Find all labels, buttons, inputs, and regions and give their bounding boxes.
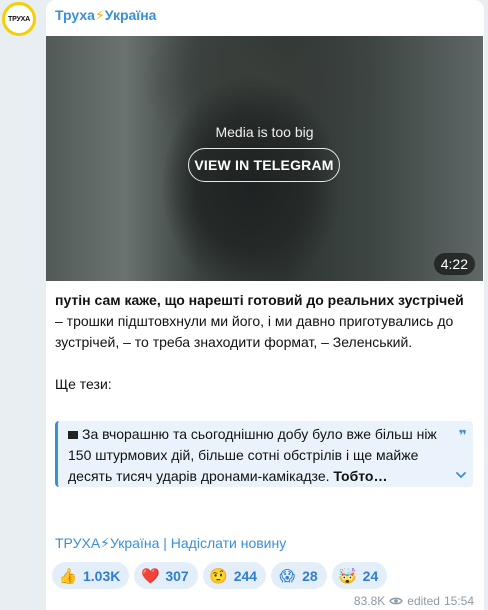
expandable-quote[interactable]: За вчорашню та сьогоднішню добу було вже… xyxy=(55,421,473,487)
reaction-count: 307 xyxy=(165,567,189,584)
media-too-big-message: Media is too big xyxy=(215,124,314,140)
raised-eyebrow-icon: 🤨 xyxy=(209,567,229,585)
message-time: 15:54 xyxy=(443,594,474,608)
reaction-count: 28 xyxy=(302,567,318,584)
black-square-icon xyxy=(68,431,78,439)
exploding-head-icon: 🤯 xyxy=(338,567,357,585)
reactions-bar: 👍 1.03K ❤️ 307 🤨 244 😱 28 🤯 24 xyxy=(52,562,388,589)
message-bubble: Труха⚡Україна Media is too big VIEW IN T… xyxy=(46,0,484,610)
channel-name-prefix: Труха xyxy=(55,7,95,23)
channel-name[interactable]: Труха⚡Україна xyxy=(55,7,156,24)
avatar-label: ТРУХА xyxy=(8,15,30,23)
eye-icon xyxy=(389,597,404,605)
video-duration: 4:22 xyxy=(433,253,475,275)
chevron-down-icon[interactable] xyxy=(455,469,467,481)
edited-label: edited xyxy=(407,594,440,608)
post-theses: Ще тези: xyxy=(55,376,112,392)
message-meta: 83.8K edited 15:54 xyxy=(354,594,474,608)
post-bold-lead: путін сам каже, що нарешті готовий до ре… xyxy=(55,292,464,308)
channel-name-suffix: Україна xyxy=(104,7,157,23)
view-in-telegram-button[interactable]: VIEW IN TELEGRAM xyxy=(188,148,340,182)
heart-icon: ❤️ xyxy=(141,567,160,585)
reaction-thumbs-up[interactable]: 👍 1.03K xyxy=(52,562,130,589)
post-lead-rest: – трошки підштовхнули ми його, і ми давн… xyxy=(55,313,454,350)
channel-avatar[interactable]: ТРУХА xyxy=(2,2,36,36)
channel-footer-link[interactable]: ТРУХА⚡Україна | Надіслати новину xyxy=(55,535,286,552)
thumbs-up-icon: 👍 xyxy=(58,567,78,585)
reaction-count: 244 xyxy=(233,567,258,584)
screaming-face-icon: 😱 xyxy=(279,567,295,585)
reaction-screaming[interactable]: 😱 28 xyxy=(271,562,327,589)
reaction-count: 24 xyxy=(362,567,379,584)
video-preview[interactable]: Media is too big VIEW IN TELEGRAM 4:22 xyxy=(46,36,483,281)
bolt-icon: ⚡ xyxy=(94,7,105,23)
quote-bold-text: Тобто… xyxy=(333,468,388,484)
reaction-heart[interactable]: ❤️ 307 xyxy=(134,562,198,589)
reaction-exploding-head[interactable]: 🤯 24 xyxy=(331,562,388,589)
view-count: 83.8K xyxy=(353,594,386,608)
reaction-count: 1.03K xyxy=(83,567,121,584)
post-text: путін сам каже, що нарешті готовий до ре… xyxy=(55,290,475,395)
reaction-raised-eyebrow[interactable]: 🤨 244 xyxy=(202,562,267,589)
quote-mark-icon: ❞ xyxy=(458,427,467,443)
